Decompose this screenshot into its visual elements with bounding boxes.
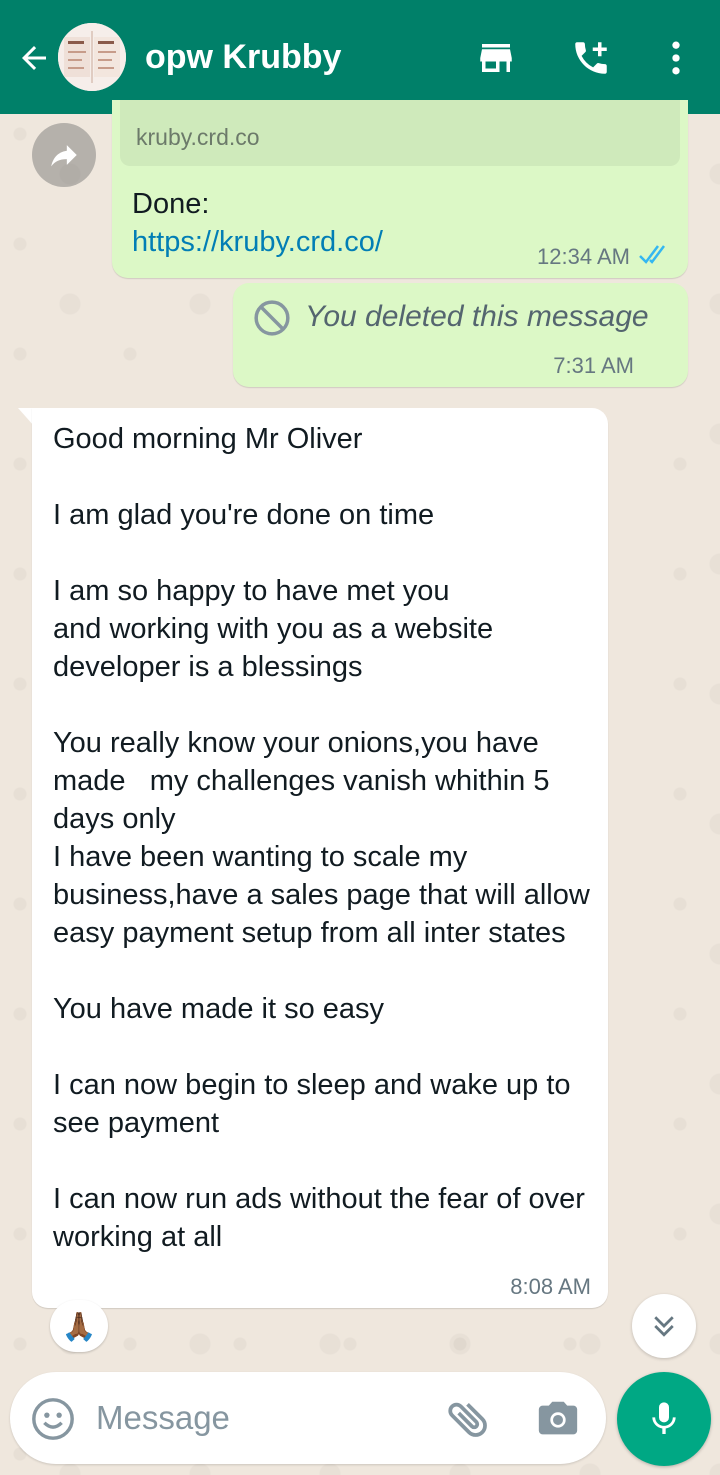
link-preview-domain: kruby.crd.co <box>136 124 260 150</box>
chat-header: opw Krubby <box>0 0 720 114</box>
more-vert-icon <box>672 41 680 75</box>
message-composer <box>10 1372 606 1464</box>
forward-icon <box>51 145 77 167</box>
link-preview[interactable]: kruby.crd.co <box>120 100 680 166</box>
read-ticks-icon <box>639 245 665 264</box>
deleted-message-text: You deleted this message <box>305 300 649 333</box>
mic-icon <box>652 1402 676 1434</box>
blocked-icon <box>254 300 290 336</box>
contact-name[interactable]: opw Krubby <box>145 38 341 77</box>
message-link[interactable]: https://kruby.crd.co/ <box>132 226 383 259</box>
message-time: 7:31 AM <box>553 353 634 378</box>
message-time: 12:34 AM <box>537 244 630 269</box>
overflow-menu-button[interactable] <box>654 36 698 80</box>
message-text: Done: <box>132 188 210 220</box>
message-text: Good morning Mr Oliver I am glad you're … <box>53 423 590 1253</box>
deleted-message[interactable]: You deleted this message 7:31 AM <box>233 283 688 387</box>
reaction-badge[interactable]: 🙏🏾 <box>50 1300 108 1352</box>
outgoing-message[interactable]: kruby.crd.co Done: https://kruby.crd.co/… <box>112 100 688 278</box>
voice-record-button[interactable] <box>617 1372 711 1466</box>
message-input[interactable] <box>96 1394 416 1442</box>
phone-add-icon <box>575 42 607 74</box>
scroll-to-bottom-button[interactable] <box>632 1294 696 1358</box>
emoji-icon[interactable] <box>30 1396 76 1442</box>
message-time: 8:08 AM <box>510 1274 591 1299</box>
forward-button[interactable] <box>32 123 96 187</box>
storefront-icon <box>480 44 512 72</box>
storefront-button[interactable] <box>474 36 518 80</box>
add-call-button[interactable] <box>569 36 613 80</box>
camera-icon[interactable] <box>534 1396 582 1442</box>
double-chevron-down-icon <box>654 1316 674 1337</box>
incoming-message[interactable]: Good morning Mr Oliver I am glad you're … <box>32 408 608 1308</box>
contact-avatar[interactable] <box>58 23 126 91</box>
arrow-left-icon <box>22 46 46 70</box>
back-button[interactable] <box>14 38 54 78</box>
paperclip-icon[interactable] <box>444 1394 494 1444</box>
